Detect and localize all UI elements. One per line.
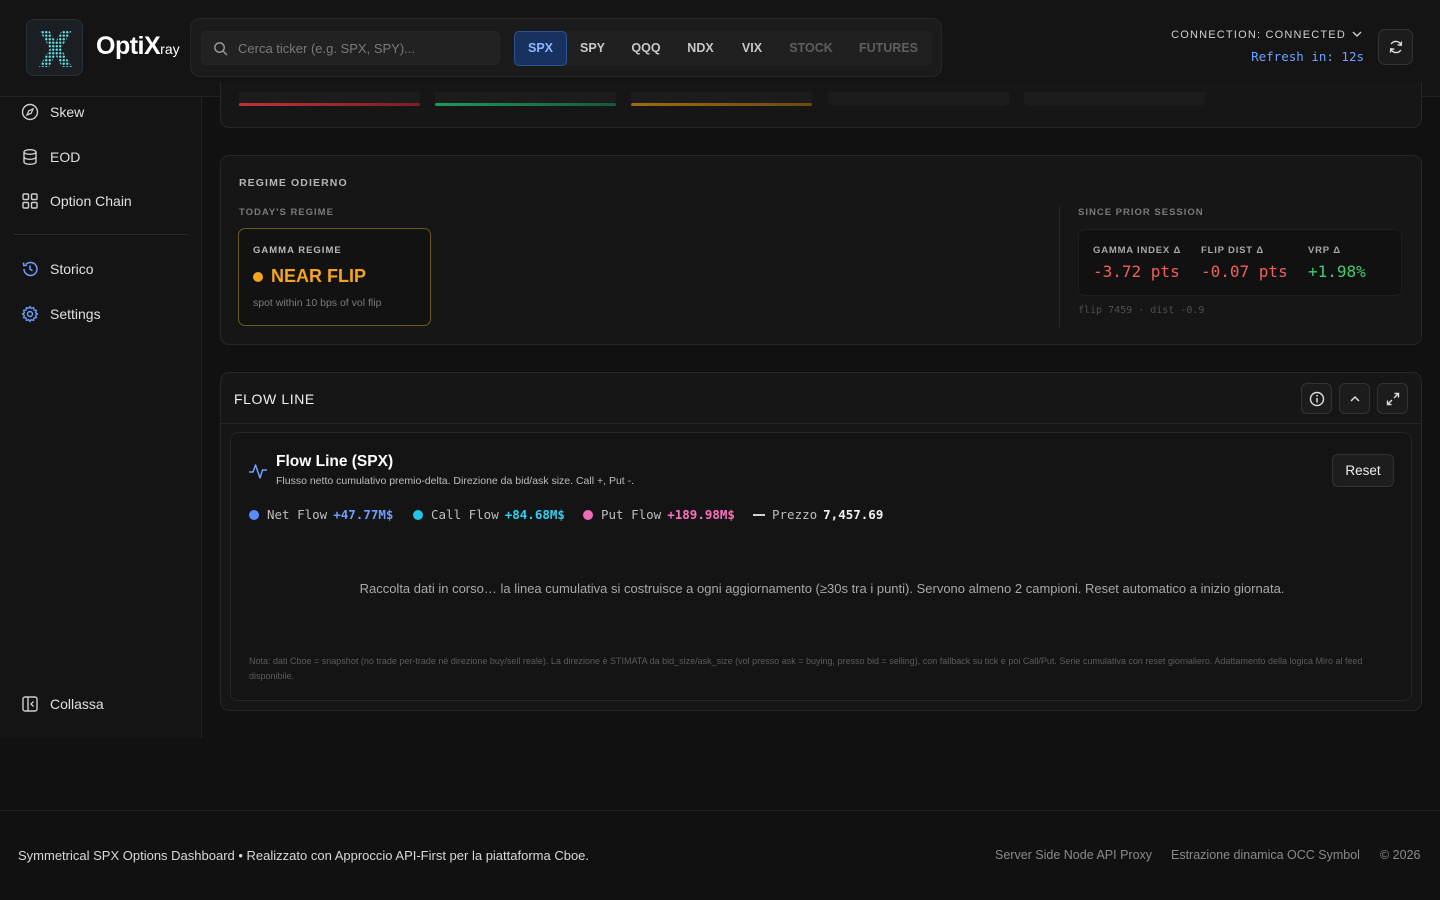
search-field[interactable] xyxy=(201,31,500,65)
expand-button[interactable] xyxy=(1377,383,1408,414)
flip-dist-delta: FLIP DIST Δ -0.07 pts xyxy=(1201,245,1288,281)
since-prior-footnote: flip 7459 · dist -0.9 xyxy=(1078,305,1205,316)
history-icon xyxy=(21,260,39,278)
sidebar-item-option-chain[interactable]: Option Chain xyxy=(12,183,188,219)
flow-chart-subtitle: Flusso netto cumulativo premio-delta. Di… xyxy=(276,475,635,487)
sidebar-item-label: Storico xyxy=(50,261,94,277)
indicator-tile xyxy=(435,92,616,106)
footer: Symmetrical SPX Options Dashboard • Real… xyxy=(0,810,1440,900)
today-regime-label: TODAY'S REGIME xyxy=(239,207,334,218)
tab-ndx[interactable]: NDX xyxy=(674,31,727,66)
sidebar-item-skew[interactable]: Skew xyxy=(12,94,188,130)
tab-vix[interactable]: VIX xyxy=(727,31,777,66)
refresh-countdown: Refresh in: 12s xyxy=(1251,49,1364,64)
sidebar: Skew EOD Option Chain Storico Settings C… xyxy=(0,97,202,738)
ticker-tabs: SPX SPY QQQ NDX VIX STOCK FUTURES xyxy=(514,31,932,66)
divider xyxy=(1059,205,1060,327)
status-dot xyxy=(253,271,263,282)
database-icon xyxy=(21,148,39,166)
gamma-regime-value: NEAR FLIP xyxy=(253,266,366,287)
grid-icon xyxy=(21,192,39,210)
refresh-icon xyxy=(1389,40,1402,54)
legend-put-flow: Put Flow +189.98M$ xyxy=(583,507,735,522)
search-input[interactable] xyxy=(238,32,493,64)
legend-price: Prezzo 7,457.69 xyxy=(753,507,883,522)
flow-line-card: FLOW LINE Flow Line (SPX) Flusso netto c… xyxy=(220,372,1422,711)
legend-line-swatch xyxy=(753,513,765,516)
gamma-index-delta: GAMMA INDEX Δ -3.72 pts xyxy=(1093,245,1182,281)
sidebar-item-label: EOD xyxy=(50,149,81,165)
indicator-strip xyxy=(220,82,1422,128)
tab-futures[interactable]: FUTURES xyxy=(845,31,932,66)
activity-icon xyxy=(248,462,268,485)
ticker-bar: SPX SPY QQQ NDX VIX STOCK FUTURES xyxy=(190,18,942,77)
compass-icon xyxy=(21,103,39,121)
gamma-regime-box: GAMMA REGIME NEAR FLIP spot within 10 bp… xyxy=(238,228,431,326)
sidebar-item-label: Skew xyxy=(50,104,85,120)
legend-swatch xyxy=(249,509,259,520)
tab-spy[interactable]: SPY xyxy=(567,31,618,66)
since-prior-label: SINCE PRIOR SESSION xyxy=(1078,207,1204,218)
footer-link-proxy[interactable]: Server Side Node API Proxy xyxy=(995,848,1152,862)
connection-label: CONNECTION: CONNECTED xyxy=(1171,29,1346,41)
sidebar-item-label: Option Chain xyxy=(50,193,132,209)
indicator-tile xyxy=(828,92,1009,106)
expand-icon xyxy=(1386,392,1399,405)
panel-collapse-icon xyxy=(21,695,39,713)
legend-net-flow: Net Flow +47.77M$ xyxy=(249,507,393,522)
sidebar-divider xyxy=(14,234,188,235)
chevron-down-icon xyxy=(1352,29,1362,41)
indicator-tile xyxy=(631,92,812,106)
flow-note: Nota: dati Cboe = snapshot (no trade per… xyxy=(249,656,1363,681)
footer-link-occ[interactable]: Estrazione dinamica OCC Symbol xyxy=(1171,848,1360,862)
card-divider xyxy=(221,423,1421,424)
since-prior-metrics: GAMMA INDEX Δ -3.72 pts FLIP DIST Δ -0.0… xyxy=(1078,229,1402,296)
collapse-button[interactable] xyxy=(1339,383,1370,414)
indicator-tile xyxy=(239,92,420,106)
gamma-regime-label: GAMMA REGIME xyxy=(253,245,342,256)
connection-status[interactable]: CONNECTION: CONNECTED xyxy=(1171,29,1362,41)
tab-spx[interactable]: SPX xyxy=(514,31,567,66)
info-button[interactable] xyxy=(1301,383,1332,414)
footer-copyright: © 2026 xyxy=(1380,848,1421,862)
sidebar-item-label: Settings xyxy=(50,306,101,322)
reset-button[interactable]: Reset xyxy=(1332,454,1394,487)
tab-stock[interactable]: STOCK xyxy=(777,31,845,66)
search-icon xyxy=(213,41,228,61)
flow-chart-panel: Flow Line (SPX) Flusso netto cumulativo … xyxy=(230,432,1412,701)
logo-wordmark: OptiXray xyxy=(96,32,180,60)
refresh-button[interactable] xyxy=(1378,29,1413,65)
gear-icon xyxy=(21,305,39,323)
legend-swatch xyxy=(413,509,423,520)
info-icon xyxy=(1309,391,1324,406)
gamma-regime-note: spot within 10 bps of vol flip xyxy=(253,297,382,309)
sidebar-item-settings[interactable]: Settings xyxy=(12,296,188,332)
legend-call-flow: Call Flow +84.68M$ xyxy=(413,507,565,522)
flow-chart-title: Flow Line (SPX) xyxy=(276,453,394,470)
sidebar-item-eod[interactable]: EOD xyxy=(12,139,188,175)
collecting-message: Raccolta dati in corso… la linea cumulat… xyxy=(359,581,1285,596)
footer-description: Symmetrical SPX Options Dashboard • Real… xyxy=(18,848,590,863)
flow-section-title: FLOW LINE xyxy=(234,391,315,407)
legend-swatch xyxy=(583,509,593,520)
collapse-label: Collassa xyxy=(50,696,104,712)
regime-card: REGIME ODIERNO TODAY'S REGIME GAMMA REGI… xyxy=(220,155,1422,345)
sidebar-item-storico[interactable]: Storico xyxy=(12,251,188,287)
indicator-tile xyxy=(1024,92,1205,106)
regime-title: REGIME ODIERNO xyxy=(239,177,348,189)
collapse-sidebar-button[interactable]: Collassa xyxy=(12,686,188,722)
tab-qqq[interactable]: QQQ xyxy=(618,31,674,66)
vrp-delta: VRP Δ +1.98% xyxy=(1308,245,1366,281)
chevron-up-icon xyxy=(1349,395,1360,402)
logo-icon xyxy=(26,19,83,76)
